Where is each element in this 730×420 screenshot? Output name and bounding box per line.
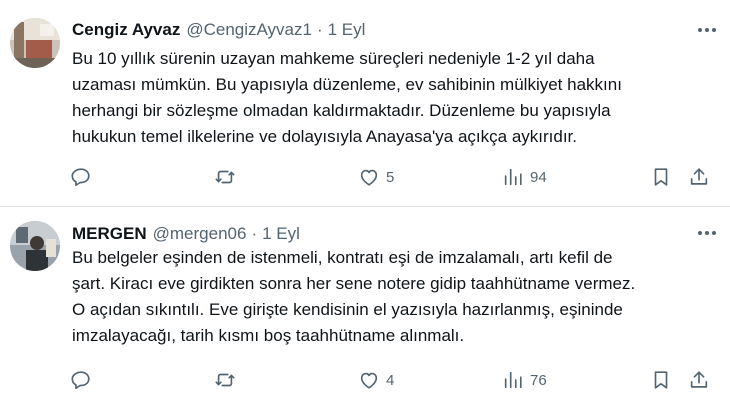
tweet-text-line: Bu 10 yıllık sürenin uzayan mahkeme süre… (72, 49, 595, 68)
retweet-button[interactable] (214, 166, 236, 188)
author-handle[interactable]: @CengizAyvaz1 (186, 20, 312, 40)
views-icon (504, 371, 522, 389)
retweet-icon (215, 170, 235, 184)
separator-dot: · (251, 224, 258, 243)
more-icon[interactable] (698, 28, 716, 32)
like-button[interactable]: 5 (358, 166, 394, 188)
retweet-icon (215, 373, 235, 387)
reply-button[interactable] (70, 369, 92, 391)
tweet-text-line: hukukun temel ilkelerine ve dolayısıyla … (72, 127, 578, 146)
tweet-text-line: uzaması mümkün. Bu yapısıyla düzenleme, … (72, 75, 622, 94)
tweet-text-line: şart. Kiracı eve girdikten sonra her sen… (72, 274, 636, 293)
tweet-text-line: imzalayacağı, tarih kısmı boş taahhütnam… (72, 326, 465, 345)
bookmark-button[interactable] (650, 369, 672, 391)
tweet-text: Bu 10 yıllık sürenin uzayan mahkeme süre… (72, 46, 722, 150)
bookmark-icon (654, 168, 668, 186)
heart-icon (360, 372, 378, 389)
like-count: 5 (386, 168, 395, 186)
share-icon (690, 168, 708, 185)
share-button[interactable] (688, 369, 710, 391)
separator-dot: · (316, 20, 323, 39)
share-icon (690, 371, 708, 388)
avatar[interactable] (10, 18, 60, 68)
avatar[interactable] (10, 221, 60, 271)
tweet[interactable]: MERGEN @mergen06 · 1 Eyl Bu belgeler eşi… (0, 207, 730, 420)
tweet-text-line: O açıdan sıkıntılı. Eve girişte kendisin… (72, 300, 623, 319)
views-button[interactable]: 94 (502, 166, 547, 188)
reply-icon (71, 371, 90, 390)
tweet-header: Cengiz Ayvaz @CengizAyvaz1 · 1 Eyl (72, 20, 365, 40)
reply-icon (71, 168, 90, 187)
more-icon[interactable] (698, 231, 716, 235)
views-count: 94 (530, 168, 547, 186)
tweet[interactable]: Cengiz Ayvaz @CengizAyvaz1 · 1 Eyl Bu 10… (0, 0, 730, 206)
tweet-date[interactable]: 1 Eyl (262, 224, 300, 244)
views-button[interactable]: 76 (502, 369, 547, 391)
share-button[interactable] (688, 166, 710, 188)
author-name[interactable]: MERGEN (72, 224, 147, 244)
author-name[interactable]: Cengiz Ayvaz (72, 20, 180, 40)
tweet-text-line: herhangi bir sözleşme olmadan kaldırmakt… (72, 101, 611, 120)
bookmark-icon (654, 371, 668, 389)
tweet-date[interactable]: 1 Eyl (328, 20, 366, 40)
tweet-text-line: Bu belgeler eşinden de istenmeli, kontra… (72, 248, 613, 267)
views-count: 76 (530, 371, 547, 389)
action-bar: 5 94 (62, 166, 722, 190)
views-icon (504, 168, 522, 186)
tweet-text: Bu belgeler eşinden de istenmeli, kontra… (72, 245, 722, 349)
reply-button[interactable] (70, 166, 92, 188)
author-handle[interactable]: @mergen06 (153, 224, 247, 244)
like-count: 4 (386, 371, 395, 389)
like-button[interactable]: 4 (358, 369, 394, 391)
retweet-button[interactable] (214, 369, 236, 391)
heart-icon (360, 169, 378, 186)
bookmark-button[interactable] (650, 166, 672, 188)
action-bar: 4 76 (62, 369, 722, 393)
tweet-header: MERGEN @mergen06 · 1 Eyl (72, 224, 300, 244)
